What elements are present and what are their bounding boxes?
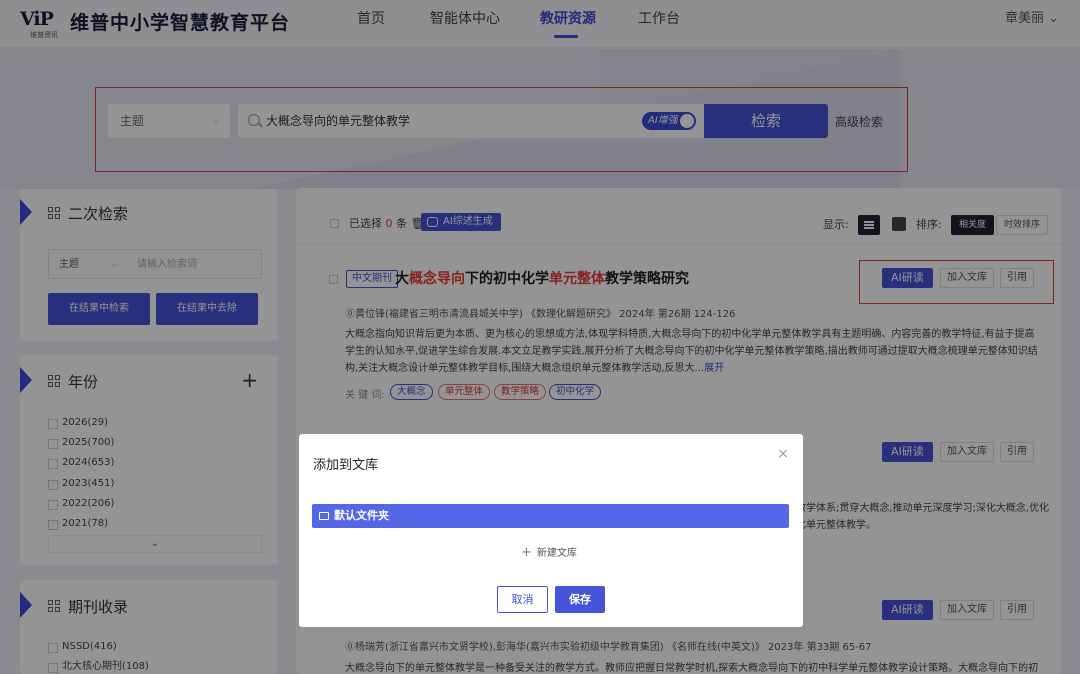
cancel-button[interactable]: 取消 [497, 586, 548, 613]
new-library-label: 新建文库 [536, 548, 577, 559]
default-folder-option[interactable]: 默认文件夹 [312, 504, 789, 528]
add-to-library-dialog: 添加到文库 × 默认文件夹 + 新建文库 取消 保存 [299, 434, 803, 627]
plus-icon: + [521, 545, 532, 560]
save-button[interactable]: 保存 [555, 586, 605, 613]
close-icon[interactable]: × [777, 446, 789, 462]
dialog-title: 添加到文库 [313, 458, 379, 473]
new-library-button[interactable]: + 新建文库 [521, 544, 577, 560]
folder-icon [319, 512, 329, 520]
folder-label: 默认文件夹 [334, 509, 389, 522]
